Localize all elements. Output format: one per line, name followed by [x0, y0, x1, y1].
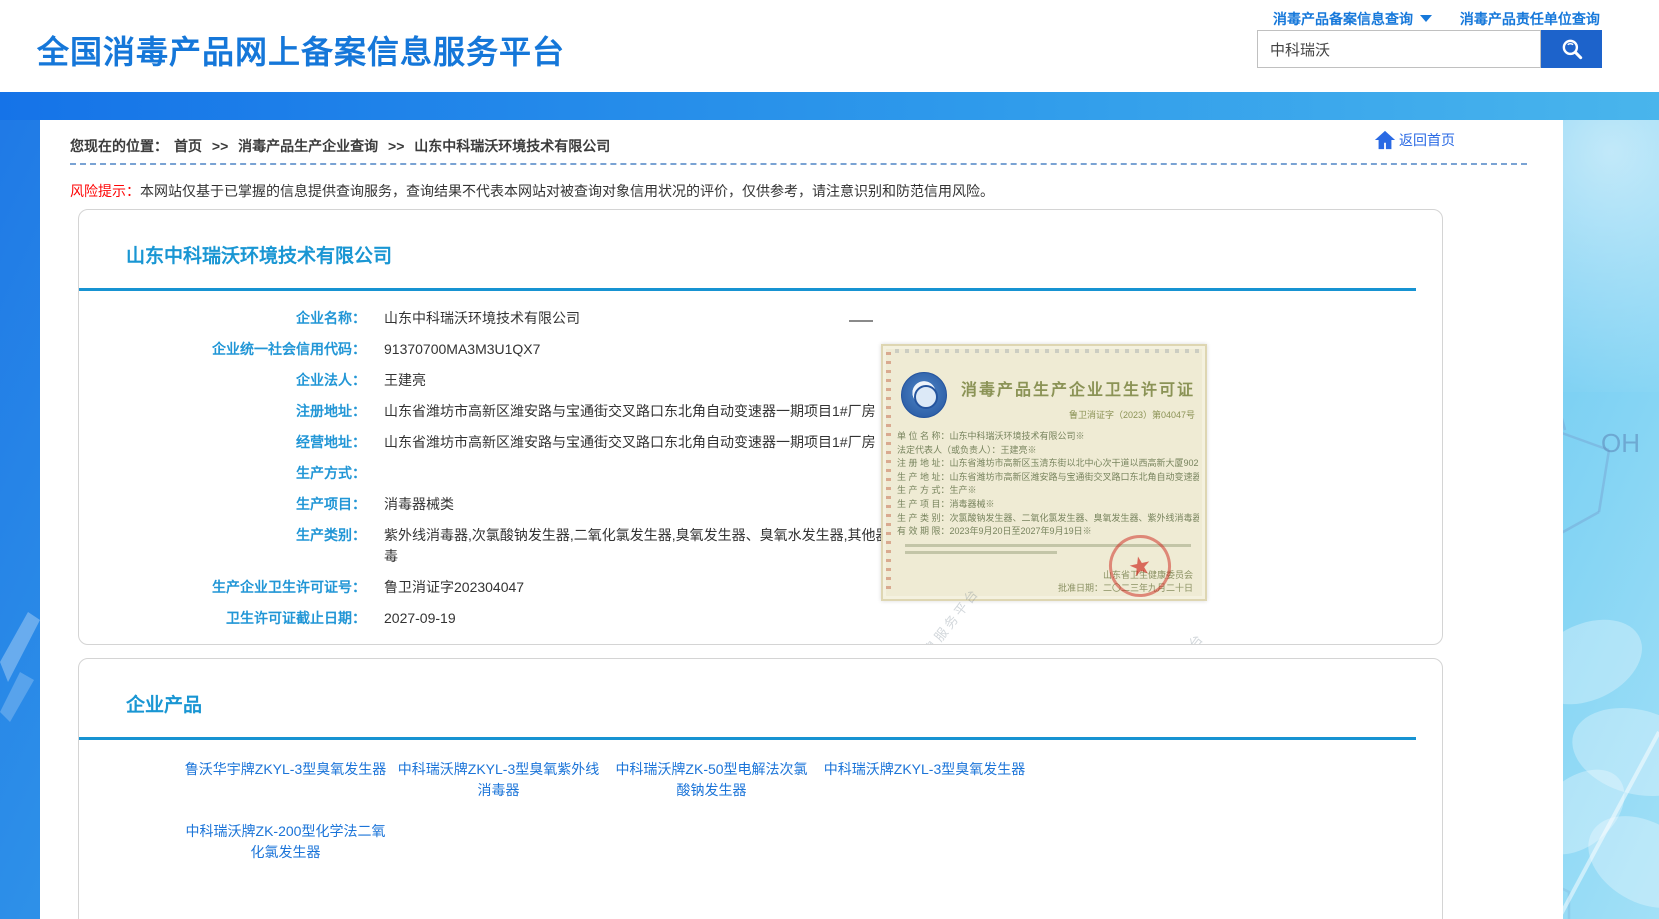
field-row: 经营地址： 山东省潍坊市高新区潍安路与宝通街交叉路口东北角自动变速器一期项目1#厂…	[79, 432, 924, 453]
breadcrumb-home-link[interactable]: 首页	[174, 138, 202, 154]
field-label: 生产企业卫生许可证号：	[79, 577, 366, 598]
field-row: 生产项目： 消毒器械类	[79, 494, 924, 515]
certificate-fineprint	[905, 551, 1057, 554]
field-label: 生产项目：	[79, 494, 366, 515]
field-label: 生产类别：	[79, 525, 366, 567]
product-link[interactable]: 中科瑞沃牌ZKYL-3型臭氧发生器	[822, 759, 1027, 801]
field-label: 经营地址：	[79, 432, 366, 453]
field-row: 企业名称： 山东中科瑞沃环境技术有限公司	[79, 308, 924, 329]
breadcrumb-prefix: 您现在的位置：	[70, 138, 168, 154]
company-products-card: 企业产品 鲁沃华宇牌ZKYL-3型臭氧发生器 中科瑞沃牌ZKYL-3型臭氧紫外线…	[78, 658, 1443, 919]
field-label: 企业法人：	[79, 370, 366, 391]
certificate-line: 生 产 项 目：消毒器械※	[897, 498, 1199, 512]
certificate-line: 法定代表人（或负责人）：王建亮※	[897, 444, 1199, 458]
certificate-line: 注 册 地 址：山东省潍坊市高新区玉清东街以北中心次干道以西高新大厦902号科研	[897, 457, 1199, 471]
company-fields: 企业名称： 山东中科瑞沃环境技术有限公司 企业统一社会信用代码： 91370700M…	[79, 308, 924, 639]
banner-strip	[0, 92, 1659, 120]
card-title-underline	[79, 737, 1416, 740]
field-row: 生产类别： 紫外线消毒器,次氯酸钠发生器,二氧化氯发生器,臭氧发生器、臭氧水发生器…	[79, 525, 924, 567]
certificate-photo: 消毒产品生产企业卫生许可证 鲁卫消证字（2023）第04047号 单 位 名 称…	[881, 344, 1207, 601]
field-value: 消毒器械类	[384, 494, 924, 515]
site-header: 全国消毒产品网上备案信息服务平台 消毒产品备案信息查询 消毒产品责任单位查询	[0, 0, 1659, 92]
products-card-title: 企业产品	[126, 690, 202, 717]
home-icon	[1373, 129, 1397, 151]
field-row: 卫生许可证截止日期： 2027-09-19	[79, 608, 924, 629]
field-value	[384, 463, 924, 484]
top-nav: 消毒产品备案信息查询 消毒产品责任单位查询	[1273, 9, 1613, 29]
field-row: 注册地址： 山东省潍坊市高新区潍安路与宝通街交叉路口东北角自动变速器一期项目1#厂…	[79, 401, 924, 422]
field-value: 紫外线消毒器,次氯酸钠发生器,二氧化氯发生器,臭氧发生器、臭氧水发生器,其他器械…	[384, 525, 924, 567]
search-button[interactable]	[1541, 30, 1602, 68]
field-label: 企业名称：	[79, 308, 366, 329]
company-info-card: 山东中科瑞沃环境技术有限公司 企业名称： 山东中科瑞沃环境技术有限公司 企业统一社…	[78, 209, 1443, 645]
risk-notice: 风险提示：本网站仅基于已掌握的信息提供查询服务，查询结果不代表本网站对被查询对象…	[70, 181, 994, 201]
field-value: 山东中科瑞沃环境技术有限公司	[384, 308, 924, 329]
field-value: 鲁卫消证字202304047	[384, 577, 924, 598]
field-value: 王建亮	[384, 370, 924, 391]
certificate-line: 生 产 地 址：山东省潍坊市高新区潍安路与宝通街交叉路口东北角自动变速器一期项目…	[897, 471, 1199, 485]
search-bar	[1257, 30, 1602, 68]
field-row: 企业法人： 王建亮	[79, 370, 924, 391]
nav-responsible-unit-query[interactable]: 消毒产品责任单位查询	[1460, 11, 1600, 27]
chevron-down-icon[interactable]	[1420, 15, 1432, 22]
content-panel: 您现在的位置： 首页 >> 消毒产品生产企业查询 >> 山东中科瑞沃环境技术有限公…	[40, 120, 1563, 919]
back-home-link[interactable]: 返回首页	[1373, 129, 1455, 151]
breadcrumb-separator: >>	[388, 138, 404, 154]
product-list: 鲁沃华宇牌ZKYL-3型臭氧发生器 中科瑞沃牌ZKYL-3型臭氧紫外线消毒器 中…	[183, 759, 1083, 883]
field-value: 山东省潍坊市高新区潍安路与宝通街交叉路口东北角自动变速器一期项目1#厂房	[384, 401, 924, 422]
search-input[interactable]	[1257, 30, 1541, 68]
field-value: 2027-09-19	[384, 608, 924, 629]
product-link[interactable]: 中科瑞沃牌ZK-50型电解法次氯酸钠发生器	[609, 759, 814, 801]
back-home-label: 返回首页	[1399, 130, 1455, 150]
health-emblem-icon	[901, 372, 947, 418]
breadcrumb: 您现在的位置： 首页 >> 消毒产品生产企业查询 >> 山东中科瑞沃环境技术有限公…	[70, 136, 616, 156]
site-title: 全国消毒产品网上备案信息服务平台	[37, 27, 565, 73]
nav-record-info-query[interactable]: 消毒产品备案信息查询	[1273, 11, 1413, 27]
watermark-text: 全国消毒产品网上备案信息服务平台	[1036, 628, 1209, 645]
card-title-underline	[79, 288, 1416, 291]
breadcrumb-separator: >>	[212, 138, 228, 154]
field-label: 注册地址：	[79, 401, 366, 422]
risk-notice-text: 本网站仅基于已掌握的信息提供查询服务，查询结果不代表本网站对被查询对象信用状况的…	[140, 183, 994, 199]
breadcrumb-current: 山东中科瑞沃环境技术有限公司	[414, 138, 610, 154]
certificate-edge-decoration	[895, 349, 1199, 353]
certificate-lines: 单 位 名 称：山东中科瑞沃环境技术有限公司※ 法定代表人（或负责人）：王建亮※…	[897, 430, 1199, 539]
field-row: 生产方式：	[79, 463, 924, 484]
field-label: 生产方式：	[79, 463, 366, 484]
product-link[interactable]: 中科瑞沃牌ZKYL-3型臭氧紫外线消毒器	[396, 759, 601, 801]
photo-artifact-dash	[849, 320, 873, 322]
field-row: 企业统一社会信用代码： 91370700MA3M3U1QX7	[79, 339, 924, 360]
company-card-title: 山东中科瑞沃环境技术有限公司	[126, 241, 392, 268]
field-row: 生产企业卫生许可证号： 鲁卫消证字202304047	[79, 577, 924, 598]
product-link[interactable]: 鲁沃华宇牌ZKYL-3型臭氧发生器	[183, 759, 388, 801]
risk-notice-label: 风险提示：	[70, 183, 140, 199]
left-band-decoration	[0, 522, 40, 722]
field-value: 山东省潍坊市高新区潍安路与宝通街交叉路口东北角自动变速器一期项目1#厂房	[384, 432, 924, 453]
product-link[interactable]: 中科瑞沃牌ZK-200型化学法二氧化氯发生器	[183, 821, 388, 863]
breadcrumb-section-link[interactable]: 消毒产品生产企业查询	[238, 138, 378, 154]
seal-star: ★	[1125, 548, 1154, 583]
field-value: 91370700MA3M3U1QX7	[384, 339, 924, 360]
svg-text:OH: OH	[1601, 428, 1640, 458]
search-icon	[1559, 36, 1585, 62]
certificate-title: 消毒产品生产企业卫生许可证	[961, 376, 1195, 400]
field-label: 卫生许可证截止日期：	[79, 608, 366, 629]
certificate-number: 鲁卫消证字（2023）第04047号	[1069, 408, 1195, 421]
certificate-line: 生 产 方 式：生产※	[897, 484, 1199, 498]
certificate-line: 生 产 类 别：次氯酸钠发生器、二氧化氯发生器、臭氧发生器、紫外线消毒器※	[897, 512, 1199, 526]
certificate-edge-decoration	[886, 352, 891, 593]
certificate-line: 单 位 名 称：山东中科瑞沃环境技术有限公司※	[897, 430, 1199, 444]
dashed-divider	[70, 163, 1527, 165]
field-label: 企业统一社会信用代码：	[79, 339, 366, 360]
certificate-line: 有 效 期 限：2023年9月20日至2027年9月19日※	[897, 525, 1199, 539]
